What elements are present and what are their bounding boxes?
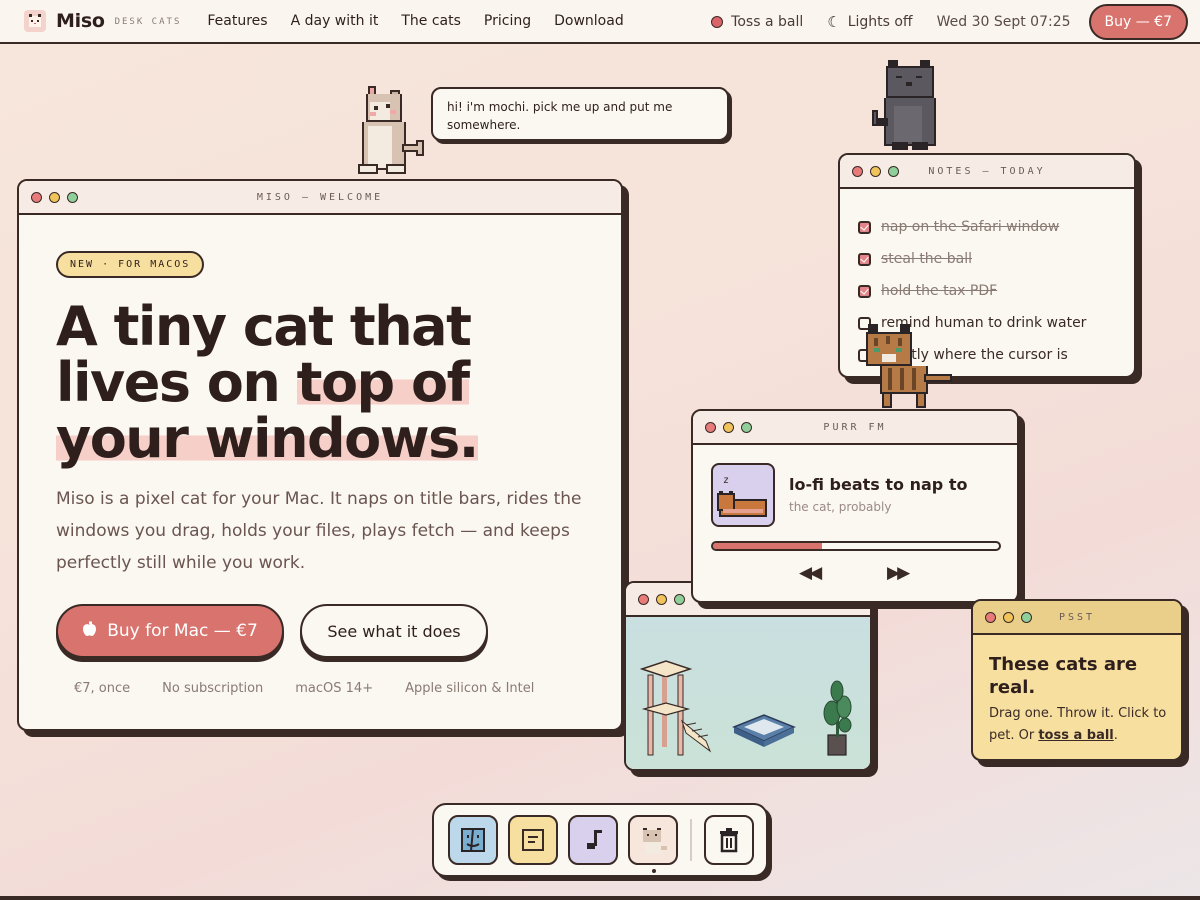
- sleeping-cat-icon: z: [717, 475, 767, 517]
- tabby-cat[interactable]: [864, 322, 960, 410]
- main-nav: Features A day with it The cats Pricing …: [207, 13, 646, 29]
- new-badge: NEW · FOR MACOS: [56, 251, 205, 278]
- psst-window-title: PSST: [1058, 612, 1096, 623]
- welcome-window[interactable]: MISO — WELCOME NEW · FOR MACOS A tiny ca…: [17, 179, 623, 731]
- todo-text: steal the ball: [881, 251, 972, 267]
- album-art: z: [711, 463, 775, 527]
- purr-fm-window[interactable]: PURR FM z lo-fi beats to nap to the cat,…: [691, 409, 1019, 603]
- trash-icon[interactable]: [704, 815, 754, 865]
- menu-bar-extras: Toss a ball ☾ Lights off Wed 30 Sept 07:…: [711, 4, 1188, 40]
- cat-tree-icon: [639, 660, 712, 756]
- cat-room-illustration: [639, 660, 852, 756]
- moon-icon: ☾: [827, 13, 841, 31]
- music-icon[interactable]: [568, 815, 618, 865]
- track-artist: the cat, probably: [789, 500, 892, 514]
- brand-name: Miso: [56, 10, 105, 32]
- dock: [432, 803, 768, 877]
- apple-icon: [82, 621, 97, 641]
- plant-icon: [823, 680, 852, 756]
- headline-line-2a: lives on: [56, 351, 297, 414]
- nav-features[interactable]: Features: [207, 13, 267, 29]
- fact-price: €7, once: [74, 681, 131, 696]
- checkbox-checked[interactable]: [858, 252, 871, 266]
- nav-a-day-with-it[interactable]: A day with it: [291, 13, 379, 29]
- psst-body: Drag one. Throw it. Click to pet. Or tos…: [989, 703, 1169, 747]
- psst-headline: These cats are real.: [989, 654, 1138, 698]
- mochi-cat[interactable]: [350, 84, 432, 178]
- zoom-button[interactable]: [674, 593, 685, 605]
- cat-bed-icon: [732, 714, 796, 747]
- lights-off-button[interactable]: ☾ Lights off: [827, 13, 912, 31]
- toss-ball-button[interactable]: Toss a ball: [711, 14, 803, 30]
- miso-cat-icon[interactable]: [628, 815, 678, 873]
- nav-pricing[interactable]: Pricing: [484, 13, 531, 29]
- mochi-speech-bubble: hi! i'm mochi. pick me up and put me som…: [431, 87, 729, 141]
- headline-line-1: A tiny cat that: [56, 295, 472, 358]
- grey-cat[interactable]: [872, 58, 956, 154]
- purr-fm-window-title: PURR FM: [823, 422, 887, 433]
- headline-highlight-2: your windows.: [56, 407, 479, 470]
- purr-fm-window-titlebar[interactable]: PURR FM: [693, 411, 1017, 445]
- minimize-button[interactable]: [656, 593, 667, 605]
- finder-icon[interactable]: [448, 815, 498, 865]
- close-button[interactable]: [638, 593, 649, 605]
- track-title: lo-fi beats to nap to: [789, 475, 968, 494]
- topbar-buy-button[interactable]: Buy — €7: [1088, 4, 1188, 40]
- notes-window-title: NOTES — TODAY: [928, 166, 1046, 177]
- todo-item[interactable]: hold the tax PDF: [858, 275, 1086, 307]
- todo-item[interactable]: nap on the Safari window: [858, 211, 1086, 243]
- playback-progress[interactable]: [711, 541, 1001, 551]
- fact-os: macOS 14+: [295, 681, 374, 696]
- hero-description: Miso is a pixel cat for your Mac. It nap…: [56, 489, 582, 573]
- dock-separator: [690, 819, 692, 861]
- lights-off-label: Lights off: [847, 14, 913, 30]
- todo-text: nap on the Safari window: [881, 219, 1060, 235]
- buy-for-mac-button[interactable]: Buy for Mac — €7: [56, 604, 284, 658]
- toss-ball-link[interactable]: toss a ball: [1038, 728, 1113, 743]
- see-what-it-does-button[interactable]: See what it does: [300, 604, 488, 658]
- running-indicator: [652, 869, 656, 873]
- welcome-window-title: MISO — WELCOME: [256, 192, 384, 203]
- cat-room-window[interactable]: [624, 581, 872, 771]
- psst-window[interactable]: PSST These cats are real. Drag one. Thro…: [971, 599, 1183, 761]
- fast-forward-icon[interactable]: ▶▶: [887, 563, 910, 583]
- cat-room-scene: [626, 617, 870, 769]
- fact-chip: Apple silicon & Intel: [405, 681, 535, 696]
- todo-item[interactable]: steal the ball: [858, 243, 1086, 275]
- brand-tagline: DESK CATS: [114, 17, 182, 27]
- checkbox-checked[interactable]: [858, 284, 871, 298]
- notes-icon[interactable]: [508, 815, 558, 865]
- nav-the-cats[interactable]: The cats: [401, 13, 461, 29]
- checkbox-checked[interactable]: [858, 220, 871, 234]
- playback-progress-fill: [713, 543, 822, 549]
- bottom-edge: [0, 896, 1200, 900]
- miso-logo-icon: [24, 10, 46, 32]
- headline-highlight-1: top of: [296, 351, 470, 414]
- window-controls: [638, 593, 692, 605]
- notes-window-titlebar[interactable]: NOTES — TODAY: [840, 155, 1134, 189]
- buy-for-mac-label: Buy for Mac — €7: [107, 621, 258, 641]
- todo-text: hold the tax PDF: [881, 283, 998, 299]
- fact-subscription: No subscription: [162, 681, 264, 696]
- rewind-icon[interactable]: ◀◀: [799, 563, 822, 583]
- nav-download[interactable]: Download: [554, 13, 624, 29]
- purchase-facts: €7, once No subscription macOS 14+ Apple…: [74, 681, 566, 696]
- psst-window-titlebar[interactable]: PSST: [973, 601, 1181, 635]
- welcome-window-titlebar[interactable]: MISO — WELCOME: [19, 181, 621, 215]
- psst-body-end: .: [1113, 728, 1118, 743]
- toss-ball-label: Toss a ball: [731, 14, 804, 30]
- menu-bar-clock: Wed 30 Sept 07:25: [936, 14, 1071, 30]
- hero-headline: A tiny cat that lives on top of your win…: [56, 299, 576, 470]
- svg-text:z: z: [723, 475, 729, 486]
- ball-icon: [711, 16, 724, 28]
- menu-bar: Miso DESK CATS Features A day with it Th…: [0, 0, 1200, 44]
- brand[interactable]: Miso DESK CATS: [24, 10, 181, 32]
